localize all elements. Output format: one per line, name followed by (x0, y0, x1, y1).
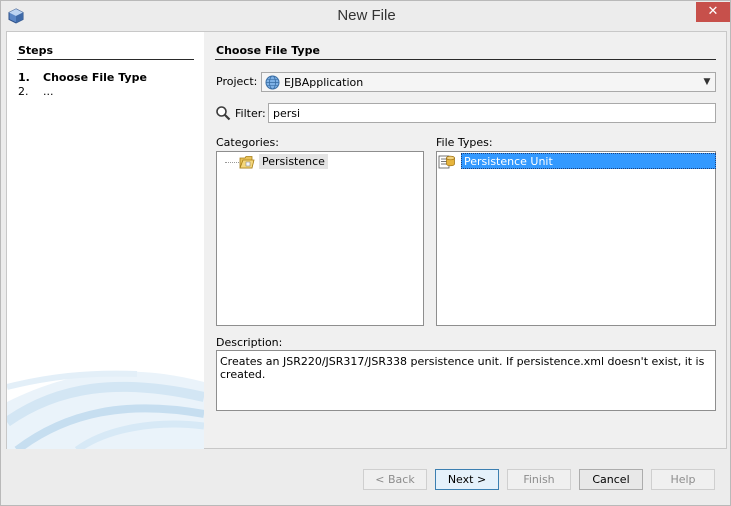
finish-button[interactable]: Finish (507, 469, 571, 490)
main-panel: Choose File Type Project: EJBApplication… (204, 32, 728, 450)
file-types-list[interactable]: Persistence Unit (436, 151, 716, 326)
back-button[interactable]: < Back (363, 469, 427, 490)
persistence-unit-icon (438, 155, 455, 169)
magnifier-icon (216, 106, 231, 121)
new-file-dialog: New File ✕ Steps 1. Choose File Type 2...… (0, 0, 731, 506)
section-divider (215, 59, 716, 60)
filter-label: Filter: (235, 107, 266, 120)
close-button[interactable]: ✕ (696, 2, 730, 22)
filter-input[interactable] (268, 103, 716, 123)
file-type-item-persistence-unit[interactable]: Persistence Unit (438, 153, 716, 169)
project-label: Project: (216, 75, 258, 88)
categories-tree[interactable]: Persistence (216, 151, 424, 326)
category-label: Persistence (259, 154, 328, 169)
step-1: 1. Choose File Type (18, 71, 147, 84)
steps-panel: Steps 1. Choose File Type 2.... (7, 32, 204, 450)
step-number: 2. (18, 85, 29, 98)
step-2: 2.... (18, 85, 54, 98)
help-button[interactable]: Help (651, 469, 715, 490)
categories-label: Categories: (216, 136, 279, 149)
project-combobox[interactable]: EJBApplication ▼ (261, 72, 716, 92)
next-button[interactable]: Next > (435, 469, 499, 490)
folder-icon (239, 156, 255, 169)
section-title: Choose File Type (216, 44, 320, 57)
title-bar[interactable]: New File ✕ (1, 1, 730, 31)
cancel-button[interactable]: Cancel (579, 469, 643, 490)
steps-divider (17, 59, 194, 60)
description-label: Description: (216, 336, 283, 349)
chevron-down-icon[interactable]: ▼ (698, 73, 716, 91)
step-number: 1. (18, 71, 30, 84)
file-type-label: Persistence Unit (461, 153, 716, 169)
window-title: New File (337, 7, 396, 24)
project-value: EJBApplication (284, 76, 364, 89)
tree-connector (225, 162, 239, 163)
file-types-label: File Types: (436, 136, 493, 149)
wizard-content: Steps 1. Choose File Type 2.... Choose Fi… (6, 31, 728, 450)
step-label: ... (43, 85, 54, 98)
steps-title: Steps (18, 44, 54, 57)
button-bar: < Back Next > Finish Cancel Help (6, 449, 727, 501)
step-label: Choose File Type (43, 71, 147, 84)
decorative-swirl-graphic (7, 370, 204, 450)
description-text: Creates an JSR220/JSR317/JSR338 persiste… (216, 350, 716, 411)
globe-icon (265, 75, 280, 90)
